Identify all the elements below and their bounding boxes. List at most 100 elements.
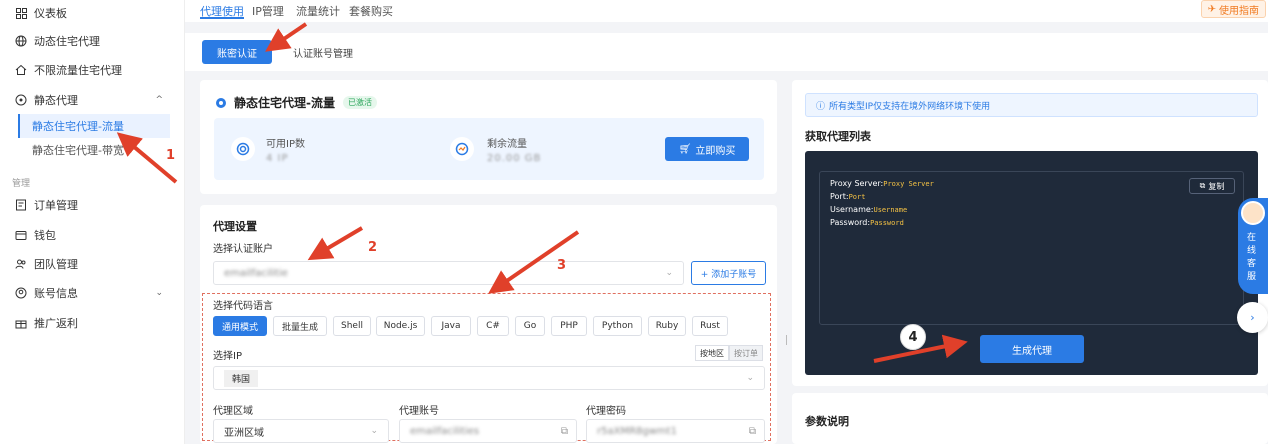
lang-php[interactable]: PHP <box>551 316 587 336</box>
code-value: Username <box>873 206 908 214</box>
code-language-label: 选择代码语言 <box>213 301 273 312</box>
top-tab-bar: 代理使用 IP管理 流量统计 套餐购买 ✈ 使用指南 <box>185 0 1268 22</box>
tab-ip-management[interactable]: IP管理 <box>252 3 284 19</box>
ip-select[interactable]: 韩国 ⌄ <box>213 366 765 390</box>
online-service-label: 在线客服 <box>1247 233 1257 282</box>
lang-python[interactable]: Python <box>593 316 642 336</box>
buy-now-button[interactable]: 🛒︎ 立即购买 <box>665 137 749 161</box>
proxy-title: 静态住宅代理-流量 已激活 <box>216 94 377 111</box>
nav-static-proxy[interactable]: 静态代理 ^ <box>0 87 185 113</box>
sub-item-label: 静态住宅代理-带宽 <box>32 144 124 157</box>
select-ip-label: 选择IP <box>213 351 242 362</box>
tab-plan-purchase[interactable]: 套餐购买 <box>349 3 393 19</box>
nav-unlimited-residential[interactable]: 不限流量住宅代理 <box>0 57 185 83</box>
proxy-account-field[interactable]: emailfacilities ⧉ <box>399 419 577 443</box>
notice-text: 所有类型IP仅支持在境外网络环境下使用 <box>829 101 991 112</box>
notice-banner: ⓘ 所有类型IP仅支持在境外网络环境下使用 <box>805 93 1258 117</box>
panel-divider[interactable] <box>786 335 787 345</box>
proxy-password-field[interactable]: r5aXMR8gwmt1 ⧉ <box>586 419 765 443</box>
sub-tab-bar: 账密认证 认证账号管理 <box>185 33 1268 71</box>
lang-nodejs[interactable]: Node.js <box>376 316 425 336</box>
nav-label: 静态代理 <box>34 94 78 107</box>
available-ip-label: 可用IP数 <box>266 139 305 150</box>
online-service-button[interactable]: 在线客服 <box>1238 198 1268 294</box>
param-title: 参数说明 <box>805 415 849 428</box>
remaining-traffic-value: 20.00 GB <box>487 153 542 164</box>
auth-account-select[interactable]: emailfacilitie ⌄ <box>213 261 684 285</box>
code-value: Password <box>870 219 904 227</box>
proxy-password-label: 代理密码 <box>586 406 626 417</box>
toggle-by-region[interactable]: 按地区 <box>695 345 729 361</box>
tab-auth-account-management[interactable]: 认证账号管理 <box>293 45 353 60</box>
lang-shell[interactable]: Shell <box>333 316 371 336</box>
stats-box: 可用IP数 4 IP 剩余流量 20.00 GB 🛒︎ 立即购买 <box>214 118 764 180</box>
home-icon <box>14 63 28 77</box>
proxy-output-area: ⧉ 复制 Proxy Server:Proxy Server Port:Port… <box>819 171 1244 325</box>
code-value: Proxy Server <box>883 180 934 188</box>
lang-rust[interactable]: Rust <box>692 316 728 336</box>
proxy-region-label: 代理区域 <box>213 406 253 417</box>
nav-label: 账号信息 <box>34 287 78 300</box>
annotation-2: 2 <box>368 240 378 255</box>
proxy-region-select[interactable]: 亚洲区域 ⌄ <box>213 419 389 443</box>
sidebar: 仪表板 动态住宅代理 不限流量住宅代理 静态代理 ^ 静态住宅代理-流量 静态住… <box>0 0 185 444</box>
code-key: Proxy Server: <box>830 179 884 188</box>
chevron-right-icon[interactable]: › <box>1237 302 1268 333</box>
code-line-username: Username:Username <box>830 205 907 214</box>
generate-proxy-button[interactable]: 生成代理 <box>980 335 1084 363</box>
tab-traffic-stats[interactable]: 流量统计 <box>296 3 340 19</box>
location-icon <box>14 93 28 107</box>
code-key: Password: <box>830 218 871 227</box>
copy-button[interactable]: ⧉ 复制 <box>1189 178 1235 194</box>
chevron-down-icon: ⌄ <box>665 268 673 278</box>
annotation-4: 4 <box>900 324 926 350</box>
tab-proxy-usage[interactable]: 代理使用 <box>200 3 244 19</box>
gift-icon <box>14 316 28 330</box>
code-line-password: Password:Password <box>830 218 904 227</box>
nav-label: 不限流量住宅代理 <box>34 64 122 77</box>
tab-password-auth[interactable]: 账密认证 <box>202 40 272 64</box>
param-description-card: 参数说明 <box>792 393 1268 444</box>
nav-wallet[interactable]: 钱包 <box>0 222 185 248</box>
auth-account-label: 选择认证账户 <box>213 244 273 255</box>
team-icon <box>14 257 28 271</box>
sidebar-item-static-traffic[interactable]: 静态住宅代理-流量 <box>18 114 170 138</box>
ip-icon <box>231 137 255 161</box>
nav-label: 动态住宅代理 <box>34 35 100 48</box>
nav-dynamic-residential[interactable]: 动态住宅代理 <box>0 28 185 54</box>
lang-general-mode[interactable]: 通用模式 <box>213 316 267 336</box>
nav-account-info[interactable]: 账号信息 ⌄ <box>0 280 185 306</box>
remaining-traffic-label: 剩余流量 <box>487 139 527 150</box>
lang-java[interactable]: Java <box>431 316 471 336</box>
guide-button[interactable]: ✈ 使用指南 <box>1200 0 1266 18</box>
avatar <box>1241 201 1265 225</box>
copy-icon[interactable]: ⧉ <box>561 426 568 437</box>
copy-icon[interactable]: ⧉ <box>749 426 756 437</box>
sidebar-item-static-bandwidth[interactable]: 静态住宅代理-带宽 <box>18 138 170 162</box>
account-value: emailfacilities <box>410 425 480 437</box>
nav-team[interactable]: 团队管理 <box>0 251 185 277</box>
cart-icon: 🛒︎ <box>678 143 692 155</box>
lang-go[interactable]: Go <box>515 316 545 336</box>
guide-label: 使用指南 <box>1219 5 1259 17</box>
available-ip-value: 4 IP <box>266 153 289 164</box>
lang-batch[interactable]: 批量生成 <box>273 316 327 336</box>
lang-ruby[interactable]: Ruby <box>648 316 686 336</box>
traffic-icon <box>450 137 474 161</box>
chevron-up-icon: ^ <box>155 95 163 105</box>
nav-dashboard[interactable]: 仪表板 <box>0 0 185 26</box>
wallet-icon <box>14 228 28 242</box>
section-label: 管理 <box>12 179 31 189</box>
toggle-by-order[interactable]: 按订单 <box>729 345 763 361</box>
chevron-down-icon: ⌄ <box>370 426 378 436</box>
annotation-1: 1 <box>166 148 176 163</box>
code-value: Port <box>848 193 866 201</box>
proxy-account-label: 代理账号 <box>399 406 439 417</box>
sub-item-label: 静态住宅代理-流量 <box>32 120 124 133</box>
nav-referral[interactable]: 推广返利 <box>0 310 185 336</box>
nav-orders[interactable]: 订单管理 <box>0 192 185 218</box>
status-badge: 已激活 <box>342 96 377 109</box>
add-subaccount-button[interactable]: + 添加子账号 <box>691 261 766 285</box>
lang-csharp[interactable]: C# <box>477 316 509 336</box>
code-line-server: Proxy Server:Proxy Server <box>830 179 934 188</box>
